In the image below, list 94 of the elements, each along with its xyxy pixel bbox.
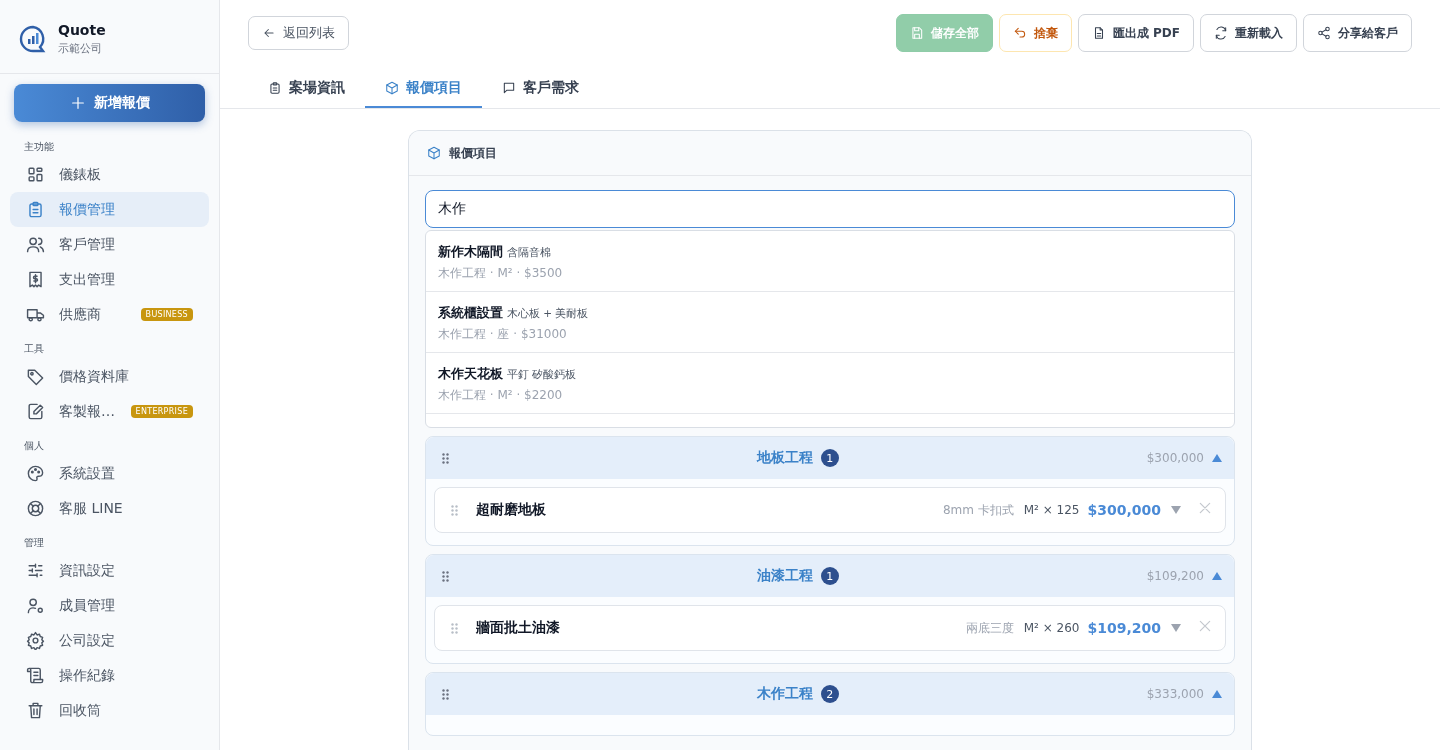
section-heading: 個人 [23, 439, 45, 453]
sidebar-item[interactable]: 支出管理 [10, 262, 209, 297]
palette-icon [26, 464, 45, 483]
count-badge: 2 [820, 685, 839, 703]
toolbar-button[interactable]: 分享給客戶 [1303, 14, 1412, 52]
company-name: 示範公司 [58, 41, 103, 56]
item-quantity: M² × 260 [1023, 621, 1080, 635]
clipboard-icon [26, 200, 45, 219]
item-name: 牆面批土油漆 [476, 619, 561, 637]
item-amount: $300,000 [1087, 502, 1161, 518]
refresh-icon [1214, 26, 1228, 40]
count-badge: 1 [820, 567, 839, 585]
logo-icon [18, 24, 48, 54]
sidebar-item[interactable]: 報價管理 [10, 192, 209, 227]
receipt-icon [26, 270, 45, 289]
plus-icon [69, 95, 86, 111]
plan-badge: BUSINESS [140, 308, 193, 321]
sidebar-item[interactable]: 成員管理 [10, 588, 209, 623]
caret-icon[interactable] [1212, 454, 1222, 462]
caret-icon[interactable] [1171, 624, 1181, 632]
group-title: 油漆工程 [756, 567, 813, 585]
back-button[interactable]: 返回列表 [248, 16, 349, 50]
tag-icon [26, 367, 45, 386]
drag-handle-icon[interactable] [442, 570, 449, 582]
section-heading: 主功能 [23, 140, 55, 154]
new-quote-button[interactable]: 新增報價 [14, 84, 205, 122]
item-amount: $109,200 [1087, 620, 1161, 636]
sidebar-item[interactable]: 公司設定 [10, 623, 209, 658]
grid-icon [26, 165, 45, 184]
sidebar-item[interactable]: 客服 LINE [10, 491, 209, 526]
box-icon [427, 146, 441, 160]
item-spec: 兩底三度 [965, 619, 1014, 637]
settings-icon [26, 631, 45, 650]
close-icon [1197, 618, 1213, 634]
user-gear-icon [26, 596, 45, 615]
toolbar-button[interactable]: 捨棄 [998, 14, 1072, 52]
item-spec: 8mm 卡扣式 [942, 501, 1014, 519]
close-icon [1197, 500, 1213, 516]
sidebar-item[interactable]: 供應商 BUSINESS [10, 297, 209, 332]
group-header[interactable]: 木作工程 2 $333,000 [426, 673, 1234, 715]
undo-icon [1012, 26, 1027, 40]
caret-icon[interactable] [1171, 506, 1181, 514]
sidebar-item[interactable]: 價格資料庫 [10, 359, 209, 394]
chat-icon [502, 81, 516, 95]
item-row[interactable]: 超耐磨地板 8mm 卡扣式 M² × 125 $300,000 [434, 487, 1226, 533]
sliders-icon [26, 561, 45, 580]
section-heading: 工具 [23, 342, 45, 356]
suggestion-item[interactable]: 系統櫃設置 木心板 + 美耐板 木作工程 · 座 · $31000 [426, 292, 1234, 353]
arrow-left-icon [262, 26, 276, 40]
tab[interactable]: 客戶需求 [482, 70, 599, 108]
group-header[interactable]: 地板工程 1 $300,000 [426, 437, 1234, 479]
group-header[interactable]: 油漆工程 1 $109,200 [426, 555, 1234, 597]
drag-handle-icon[interactable] [451, 504, 458, 516]
panel-title: 報價項目 [449, 144, 497, 162]
drag-handle-icon[interactable] [442, 452, 449, 464]
users-icon [26, 235, 45, 254]
drag-handle-icon[interactable] [442, 688, 449, 700]
suggestion-item[interactable]: 新作木隔間 含隔音棉 木作工程 · M² · $3500 [426, 231, 1234, 292]
group-total: $109,200 [1146, 569, 1204, 583]
item-row[interactable]: 牆面批土油漆 兩底三度 M² × 260 $109,200 [434, 605, 1226, 651]
toolbar-button[interactable]: 重新載入 [1200, 14, 1297, 52]
search-field[interactable]: 木作 [425, 190, 1235, 228]
count-badge: 1 [820, 449, 839, 467]
group-title: 木作工程 [756, 685, 813, 703]
sidebar-item[interactable]: 回收筒 [10, 693, 209, 728]
item-quantity: M² × 125 [1023, 503, 1080, 517]
trash-icon [26, 701, 45, 720]
clipboard-icon [268, 81, 282, 95]
toolbar-button[interactable]: 匯出成 PDF [1077, 14, 1194, 52]
group-title: 地板工程 [756, 449, 813, 467]
sidebar-item[interactable]: 客製報… ENTERPRISE [10, 394, 209, 429]
drag-handle-icon[interactable] [451, 622, 458, 634]
tab[interactable]: 報價項目 [365, 70, 482, 108]
plan-badge: ENTERPRISE [130, 405, 193, 418]
caret-icon[interactable] [1212, 572, 1222, 580]
brand-name: Quote [58, 22, 106, 38]
lifebuoy-icon [26, 499, 45, 518]
edit-icon [26, 402, 45, 421]
caret-icon[interactable] [1212, 690, 1222, 698]
group-total: $333,000 [1146, 687, 1204, 701]
sidebar-item[interactable]: 操作紀錄 [10, 658, 209, 693]
group-total: $300,000 [1146, 451, 1204, 465]
tab[interactable]: 案場資訊 [248, 70, 365, 108]
suggestion-item[interactable]: 木作天花板 平釘 矽酸鈣板 木作工程 · M² · $2200 [426, 353, 1234, 414]
sidebar-item[interactable]: 資訊設定 [10, 553, 209, 588]
section-heading: 管理 [23, 536, 45, 550]
sidebar-item[interactable]: 系統設置 [10, 456, 209, 491]
sidebar-item[interactable]: 儀錶板 [10, 157, 209, 192]
scroll-icon [26, 666, 45, 685]
share-icon [1317, 26, 1331, 40]
save-icon [909, 26, 924, 40]
sidebar-item[interactable]: 客戶管理 [10, 227, 209, 262]
box-icon [385, 81, 399, 95]
item-name: 超耐磨地板 [476, 501, 547, 519]
